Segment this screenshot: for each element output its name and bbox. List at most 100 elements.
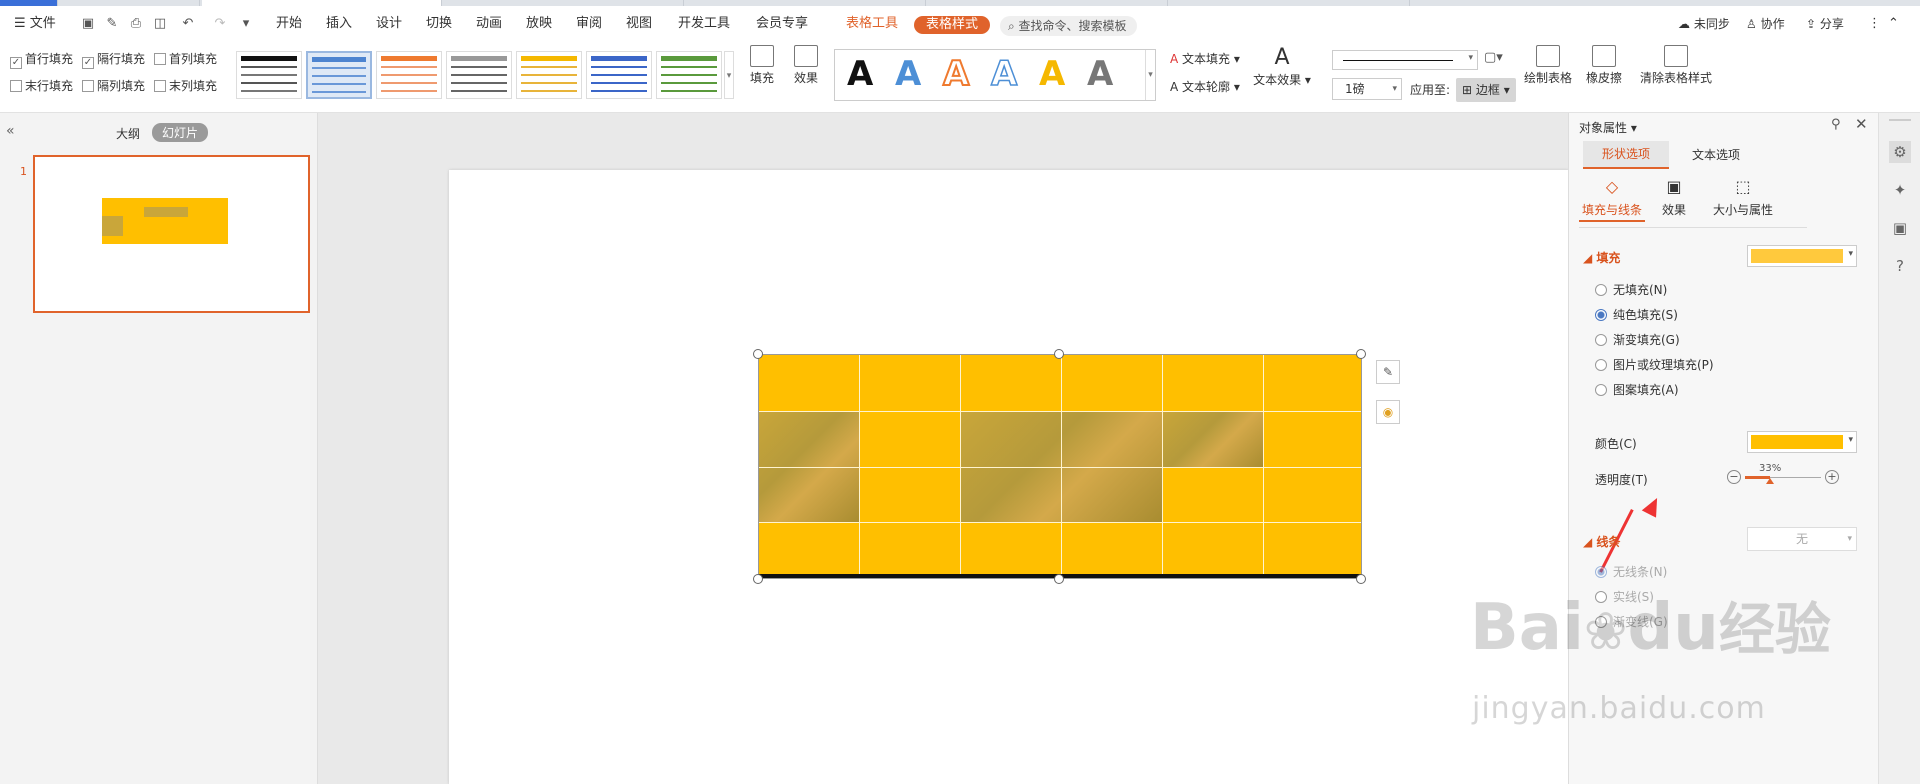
menu-transition[interactable]: 切换 bbox=[426, 14, 452, 34]
minus-icon[interactable]: − bbox=[1727, 470, 1741, 484]
sync-button[interactable]: ☁ 未同步 bbox=[1678, 14, 1730, 34]
plus-icon[interactable]: + bbox=[1825, 470, 1839, 484]
outline-tab[interactable]: 大纲 bbox=[116, 125, 140, 142]
text-fill-button[interactable]: A 文本填充 ▾ bbox=[1170, 50, 1240, 68]
line-style-select[interactable]: ▾ bbox=[1332, 50, 1478, 70]
text-style-blue-outline[interactable]: A bbox=[990, 53, 1018, 95]
menu-insert[interactable]: 插入 bbox=[326, 14, 352, 34]
file-menu[interactable]: ☰ 文件 bbox=[14, 14, 56, 34]
text-style-gold[interactable]: A bbox=[1039, 54, 1065, 94]
checkbox-header-row[interactable]: ✓ 首行填充 bbox=[10, 50, 73, 69]
checkbox-total-row[interactable]: 末行填充 bbox=[10, 77, 73, 95]
tab-shape-options[interactable]: 形状选项 bbox=[1583, 141, 1669, 169]
magic-wand-icon[interactable]: ✎ bbox=[1376, 360, 1400, 384]
border-button[interactable]: ⊞ 边框 ▾ bbox=[1456, 78, 1516, 102]
resize-handle[interactable] bbox=[753, 574, 763, 584]
effect-button[interactable]: 效果 bbox=[788, 45, 824, 86]
table-style-more-icon[interactable]: ▾ bbox=[724, 51, 734, 99]
collab-button[interactable]: ♙ 协作 bbox=[1746, 14, 1785, 34]
search-box[interactable]: ⌕ 查找命令、搜索模板 bbox=[1000, 16, 1137, 36]
line-dropdown[interactable]: 无 ▾ bbox=[1747, 527, 1857, 551]
menu-slideshow[interactable]: 放映 bbox=[526, 14, 552, 34]
radio-gradient-fill[interactable]: 渐变填充(G) bbox=[1595, 331, 1680, 349]
table-style-green[interactable] bbox=[656, 51, 722, 99]
collapse-ribbon-icon[interactable]: ⌃ bbox=[1888, 14, 1899, 34]
menu-developer[interactable]: 开发工具 bbox=[678, 14, 730, 34]
close-icon[interactable]: ✕ bbox=[1855, 115, 1868, 133]
properties-icon[interactable]: ⚙ bbox=[1889, 141, 1911, 163]
table-style-orange[interactable] bbox=[376, 51, 442, 99]
collapse-panel-icon[interactable]: « bbox=[6, 123, 15, 139]
menu-view[interactable]: 视图 bbox=[626, 14, 652, 34]
eraser-button[interactable]: 橡皮擦 bbox=[1582, 45, 1626, 86]
line-weight-select[interactable]: 1磅 ▾ bbox=[1332, 78, 1402, 100]
text-effect-button[interactable]: A 文本效果 ▾ bbox=[1252, 45, 1312, 88]
print-icon[interactable]: ⎙ bbox=[128, 16, 144, 32]
color-dropdown[interactable]: ▾ bbox=[1747, 431, 1857, 453]
resize-handle[interactable] bbox=[1356, 349, 1366, 359]
menu-design[interactable]: 设计 bbox=[376, 14, 402, 34]
checkbox-banded-columns[interactable]: 隔列填充 bbox=[82, 77, 145, 95]
text-style-blue[interactable]: A bbox=[895, 54, 921, 94]
menu-animation[interactable]: 动画 bbox=[476, 14, 502, 34]
checkbox-first-column[interactable]: 首列填充 bbox=[154, 50, 217, 68]
layout-icon[interactable]: ▣ bbox=[1889, 217, 1911, 239]
resize-handle[interactable] bbox=[1356, 574, 1366, 584]
subtab-size-props[interactable]: ⬚ 大小与属性 bbox=[1703, 177, 1783, 218]
more-icon[interactable]: ⋮ bbox=[1868, 14, 1881, 34]
subtab-effect[interactable]: ▣ 效果 bbox=[1649, 177, 1699, 218]
slider-thumb[interactable] bbox=[1766, 478, 1774, 484]
pin-icon[interactable]: ⚲ bbox=[1831, 117, 1841, 132]
magic-icon[interactable]: ✦ bbox=[1889, 179, 1911, 201]
border-color-icon[interactable]: ▢▾ bbox=[1484, 50, 1514, 70]
undo-icon[interactable]: ↶ bbox=[180, 16, 196, 32]
radio-solid-fill[interactable]: 纯色填充(S) bbox=[1595, 306, 1678, 324]
menu-home[interactable]: 开始 bbox=[276, 14, 302, 34]
table-style-black[interactable] bbox=[236, 51, 302, 99]
checkbox-banded-rows[interactable]: ✓ 隔行填充 bbox=[82, 50, 145, 69]
resize-handle[interactable] bbox=[1054, 574, 1064, 584]
menu-table-style[interactable]: 表格样式 bbox=[914, 16, 991, 34]
radio-pattern-fill[interactable]: 图案填充(A) bbox=[1595, 381, 1679, 399]
radio-picture-fill[interactable]: 图片或纹理填充(P) bbox=[1595, 356, 1714, 374]
share-button[interactable]: ⇪ 分享 bbox=[1806, 14, 1844, 34]
save-icon[interactable]: ▣ bbox=[80, 16, 96, 32]
menu-table-tools[interactable]: 表格工具 bbox=[846, 14, 898, 34]
fill-color-dropdown[interactable]: ▾ bbox=[1747, 245, 1857, 267]
print-preview-icon[interactable]: ◫ bbox=[152, 16, 168, 32]
clear-style-button[interactable]: 清除表格样式 bbox=[1636, 45, 1716, 86]
slides-tab[interactable]: 幻灯片 bbox=[152, 123, 209, 142]
format-painter-icon[interactable]: ✎ bbox=[104, 16, 120, 32]
help-icon[interactable]: ? bbox=[1889, 255, 1911, 277]
fill-section-header[interactable]: ◢ 填充 bbox=[1583, 249, 1620, 266]
line-section-header[interactable]: ◢ 线条 bbox=[1583, 533, 1620, 550]
draw-table-button[interactable]: 绘制表格 bbox=[1520, 45, 1576, 86]
text-style-gray[interactable]: A bbox=[1087, 54, 1113, 94]
text-style-more-icon[interactable]: ▾ bbox=[1145, 50, 1155, 100]
subtab-fill-line[interactable]: ◇ 填充与线条 bbox=[1579, 177, 1645, 222]
table-style-yellow[interactable] bbox=[516, 51, 582, 99]
tab-text-options[interactable]: 文本选项 bbox=[1673, 141, 1759, 169]
table-style-blue-selected[interactable] bbox=[306, 51, 372, 99]
table-style-navy[interactable] bbox=[586, 51, 652, 99]
text-outline-button[interactable]: A 文本轮廓 ▾ bbox=[1170, 78, 1240, 96]
resize-handle[interactable] bbox=[753, 349, 763, 359]
resize-handle[interactable] bbox=[1054, 349, 1064, 359]
fill-button[interactable]: 填充 bbox=[744, 45, 780, 86]
radio-gradient-line[interactable]: 渐变线(G) bbox=[1595, 613, 1668, 631]
radio-solid-line[interactable]: 实线(S) bbox=[1595, 588, 1654, 606]
lightbulb-icon[interactable]: ◉ bbox=[1376, 400, 1400, 424]
menu-member[interactable]: 会员专享 bbox=[756, 14, 808, 34]
text-style-black[interactable]: A bbox=[847, 54, 873, 94]
checkbox-last-column[interactable]: 末列填充 bbox=[154, 77, 217, 95]
text-style-orange-outline[interactable]: A bbox=[942, 53, 970, 95]
slide-table[interactable] bbox=[758, 354, 1362, 579]
radio-no-line[interactable]: 无线条(N) bbox=[1595, 563, 1667, 581]
more-quick-icon[interactable]: ▾ bbox=[238, 16, 254, 32]
redo-icon[interactable]: ↷ bbox=[212, 16, 228, 32]
radio-no-fill[interactable]: 无填充(N) bbox=[1595, 281, 1667, 299]
menu-review[interactable]: 审阅 bbox=[576, 14, 602, 34]
slide-thumbnail[interactable] bbox=[33, 155, 310, 313]
table-style-gray[interactable] bbox=[446, 51, 512, 99]
pane-title[interactable]: 对象属性 ▾ bbox=[1579, 119, 1637, 136]
